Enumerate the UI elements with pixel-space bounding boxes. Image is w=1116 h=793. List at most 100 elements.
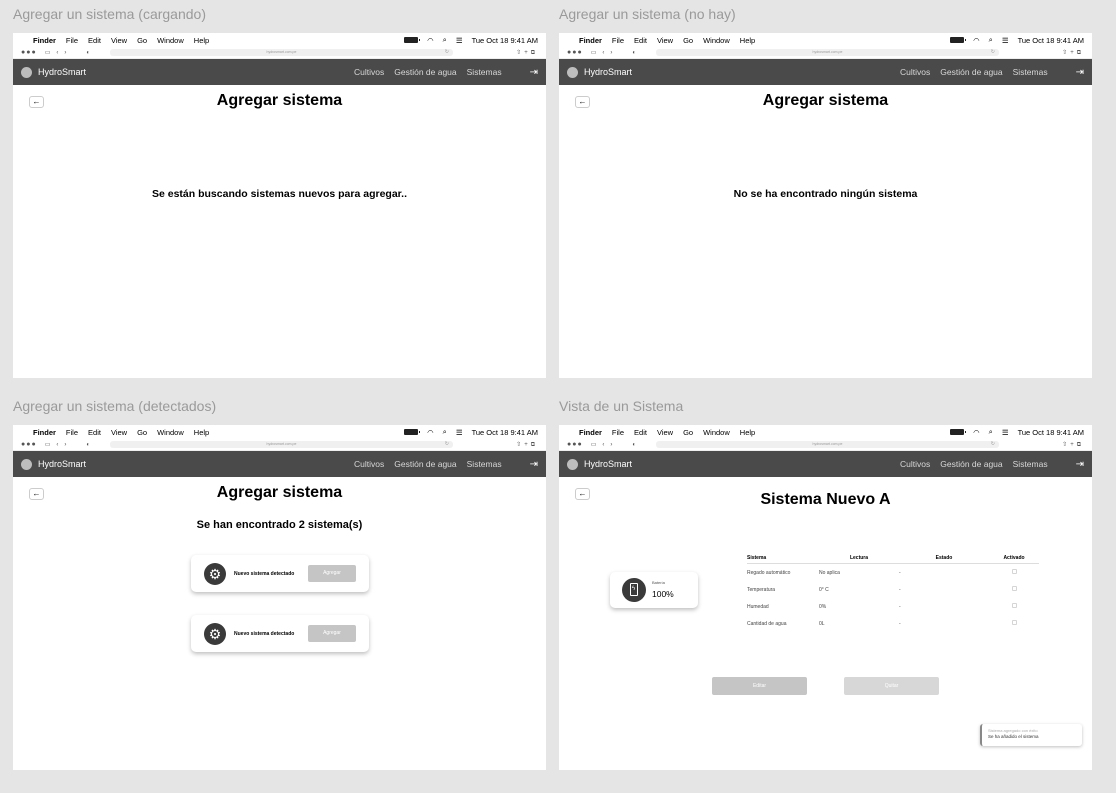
privacy-shield-icon[interactable]: ◐ xyxy=(632,442,636,448)
nav-cultivos[interactable]: Cultivos xyxy=(354,459,384,469)
control-center-icon[interactable]: ☰ xyxy=(456,428,463,437)
wifi-icon[interactable]: ◠ xyxy=(427,36,434,45)
battery-status-icon[interactable] xyxy=(404,429,421,435)
nav-gestion-agua[interactable]: Gestión de agua xyxy=(394,459,456,469)
brand-name[interactable]: HydroSmart xyxy=(584,459,632,469)
menubar-clock[interactable]: Tue Oct 18 9:41 AM xyxy=(1018,428,1084,437)
toolbar-actions[interactable]: ⇧+⧉ xyxy=(516,49,538,57)
search-icon[interactable]: ⌕ xyxy=(443,427,447,437)
nav-sistemas[interactable]: Sistemas xyxy=(467,67,502,77)
search-icon[interactable]: ⌕ xyxy=(443,35,447,45)
add-system-button[interactable]: Agregar xyxy=(308,625,356,642)
sidebar-icon[interactable]: ▭ xyxy=(591,49,597,56)
menu-go[interactable]: Go xyxy=(137,428,147,437)
control-center-icon[interactable]: ☰ xyxy=(456,36,463,45)
back-nav-icon[interactable]: ‹ xyxy=(602,50,604,56)
menubar-clock[interactable]: Tue Oct 18 9:41 AM xyxy=(1018,36,1084,45)
menu-finder[interactable]: Finder xyxy=(579,428,602,437)
brand-name[interactable]: HydroSmart xyxy=(38,459,86,469)
back-nav-icon[interactable]: ‹ xyxy=(56,50,58,56)
window-controls[interactable]: ●●● xyxy=(21,441,37,448)
logout-icon[interactable]: ⇥ xyxy=(1076,67,1084,78)
activado-checkbox[interactable] xyxy=(1011,586,1017,591)
back-nav-icon[interactable]: ‹ xyxy=(602,442,604,448)
nav-gestion-agua[interactable]: Gestión de agua xyxy=(940,459,1002,469)
logout-icon[interactable]: ⇥ xyxy=(530,459,538,470)
menu-file[interactable]: File xyxy=(66,428,78,437)
control-center-icon[interactable]: ☰ xyxy=(1002,428,1009,437)
menu-view[interactable]: View xyxy=(657,36,673,45)
forward-nav-icon[interactable]: › xyxy=(64,50,66,56)
menu-view[interactable]: View xyxy=(111,428,127,437)
window-controls[interactable]: ●●● xyxy=(567,441,583,448)
brand-name[interactable]: HydroSmart xyxy=(38,67,86,77)
menu-edit[interactable]: Edit xyxy=(88,36,101,45)
sidebar-icon[interactable]: ▭ xyxy=(45,441,51,448)
nav-gestion-agua[interactable]: Gestión de agua xyxy=(940,67,1002,77)
battery-status-icon[interactable] xyxy=(404,37,421,43)
address-bar[interactable]: hydrosmart.com.pe ↻ xyxy=(655,441,999,448)
menu-view[interactable]: View xyxy=(111,36,127,45)
wifi-icon[interactable]: ◠ xyxy=(973,36,980,45)
menu-window[interactable]: Window xyxy=(703,36,730,45)
menu-help[interactable]: Help xyxy=(740,36,755,45)
search-icon[interactable]: ⌕ xyxy=(989,35,993,45)
nav-sistemas[interactable]: Sistemas xyxy=(467,459,502,469)
nav-gestion-agua[interactable]: Gestión de agua xyxy=(394,67,456,77)
privacy-shield-icon[interactable]: ◐ xyxy=(632,50,636,56)
activado-checkbox[interactable] xyxy=(1011,603,1017,608)
search-icon[interactable]: ⌕ xyxy=(989,427,993,437)
address-bar[interactable]: hydrosmart.com.pe ↻ xyxy=(109,441,453,448)
nav-cultivos[interactable]: Cultivos xyxy=(900,459,930,469)
menu-window[interactable]: Window xyxy=(157,36,184,45)
menu-go[interactable]: Go xyxy=(683,36,693,45)
wifi-icon[interactable]: ◠ xyxy=(427,428,434,437)
nav-sistemas[interactable]: Sistemas xyxy=(1013,67,1048,77)
menu-edit[interactable]: Edit xyxy=(634,428,647,437)
reload-icon[interactable]: ↻ xyxy=(991,49,995,56)
forward-nav-icon[interactable]: › xyxy=(64,442,66,448)
menu-file[interactable]: File xyxy=(612,428,624,437)
privacy-shield-icon[interactable]: ◐ xyxy=(86,442,90,448)
window-controls[interactable]: ●●● xyxy=(567,49,583,56)
address-bar[interactable]: hydrosmart.com.pe ↻ xyxy=(109,49,453,56)
menu-help[interactable]: Help xyxy=(740,428,755,437)
menu-file[interactable]: File xyxy=(66,36,78,45)
logout-icon[interactable]: ⇥ xyxy=(530,67,538,78)
back-nav-icon[interactable]: ‹ xyxy=(56,442,58,448)
reload-icon[interactable]: ↻ xyxy=(445,49,449,56)
menu-help[interactable]: Help xyxy=(194,428,209,437)
address-bar[interactable]: hydrosmart.com.pe ↻ xyxy=(655,49,999,56)
menu-view[interactable]: View xyxy=(657,428,673,437)
menu-go[interactable]: Go xyxy=(683,428,693,437)
brand-name[interactable]: HydroSmart xyxy=(584,67,632,77)
menu-finder[interactable]: Finder xyxy=(579,36,602,45)
menu-window[interactable]: Window xyxy=(703,428,730,437)
window-controls[interactable]: ●●● xyxy=(21,49,37,56)
menu-file[interactable]: File xyxy=(612,36,624,45)
nav-sistemas[interactable]: Sistemas xyxy=(1013,459,1048,469)
menu-window[interactable]: Window xyxy=(157,428,184,437)
menubar-clock[interactable]: Tue Oct 18 9:41 AM xyxy=(472,428,538,437)
menubar-clock[interactable]: Tue Oct 18 9:41 AM xyxy=(472,36,538,45)
menu-help[interactable]: Help xyxy=(194,36,209,45)
sidebar-icon[interactable]: ▭ xyxy=(45,49,51,56)
add-system-button[interactable]: Agregar xyxy=(308,565,356,582)
menu-edit[interactable]: Edit xyxy=(634,36,647,45)
battery-status-icon[interactable] xyxy=(950,429,967,435)
forward-nav-icon[interactable]: › xyxy=(610,442,612,448)
activado-checkbox[interactable] xyxy=(1011,569,1017,574)
control-center-icon[interactable]: ☰ xyxy=(1002,36,1009,45)
battery-status-icon[interactable] xyxy=(950,37,967,43)
nav-cultivos[interactable]: Cultivos xyxy=(354,67,384,77)
toolbar-actions[interactable]: ⇧+⧉ xyxy=(516,441,538,449)
menu-go[interactable]: Go xyxy=(137,36,147,45)
menu-edit[interactable]: Edit xyxy=(88,428,101,437)
nav-cultivos[interactable]: Cultivos xyxy=(900,67,930,77)
reload-icon[interactable]: ↻ xyxy=(445,441,449,448)
sidebar-icon[interactable]: ▭ xyxy=(591,441,597,448)
menu-finder[interactable]: Finder xyxy=(33,428,56,437)
remove-button[interactable]: Quitar xyxy=(844,677,939,695)
forward-nav-icon[interactable]: › xyxy=(610,50,612,56)
toolbar-actions[interactable]: ⇧+⧉ xyxy=(1062,441,1084,449)
